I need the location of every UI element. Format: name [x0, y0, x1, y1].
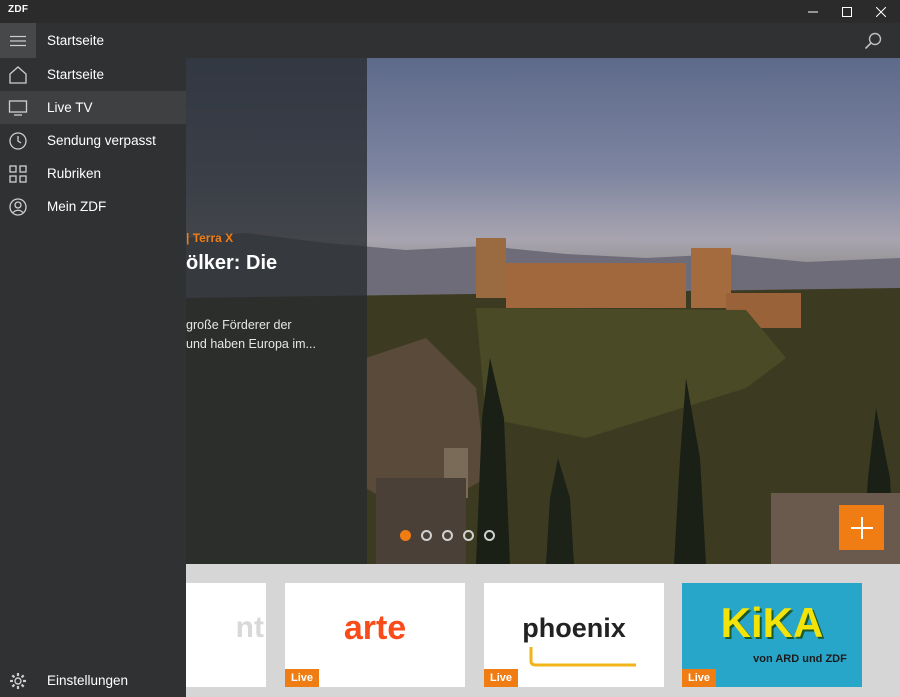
sidebar-item-rubriken[interactable]: Rubriken [0, 157, 186, 190]
hamburger-button[interactable] [0, 23, 36, 58]
arte-logo: arte [343, 609, 407, 647]
sidebar-item-label: Rubriken [47, 166, 102, 181]
carousel-dot[interactable] [463, 530, 474, 541]
hero-teaser-line: und haben Europa im... [186, 337, 316, 351]
hamburger-icon [10, 35, 26, 46]
channel-logo: nt [235, 611, 264, 644]
clock-icon [9, 132, 27, 150]
minimize-icon [808, 11, 818, 12]
carousel-dot-active[interactable] [400, 530, 411, 541]
hero-teaser: große Förderer der und haben Europa im..… [186, 316, 364, 354]
live-tile-arte[interactable]: arte Live [285, 583, 465, 687]
tv-icon [8, 100, 28, 116]
carousel-dot[interactable] [484, 530, 495, 541]
hero-banner[interactable]: | Terra X ölker: Die große Förderer der … [186, 58, 900, 564]
search-icon [864, 32, 882, 50]
sidebar-item-label: Mein ZDF [47, 199, 107, 214]
maximize-button[interactable] [830, 0, 864, 23]
plus-icon [850, 516, 873, 539]
sidebar-item-live-tv[interactable]: Live TV [0, 91, 186, 124]
minimize-button[interactable] [796, 0, 830, 23]
live-tile-partial[interactable]: nt [186, 583, 266, 687]
app-header: Startseite [0, 23, 900, 58]
phoenix-logo: phoenix [522, 613, 626, 643]
close-button[interactable] [864, 0, 898, 23]
add-to-list-button[interactable] [839, 505, 884, 550]
sidebar-item-label: Live TV [47, 100, 93, 115]
sidebar-item-einstellungen[interactable]: Einstellungen [0, 664, 186, 697]
carousel-dot[interactable] [442, 530, 453, 541]
close-icon [876, 6, 886, 17]
sidebar-item-startseite[interactable]: Startseite [0, 58, 186, 91]
live-badge: Live [285, 669, 320, 687]
kika-logo: KiKA [720, 599, 824, 646]
nav-sidebar: Startseite Live TV Sendung verpasst Rubr… [0, 58, 186, 697]
hero-title: ölker: Die [186, 252, 278, 274]
carousel-indicator [400, 530, 495, 541]
sidebar-item-sendung-verpasst[interactable]: Sendung verpasst [0, 124, 186, 157]
app-window: ZDF Startseite | Terra X ölker: Die groß… [0, 0, 900, 697]
live-tv-strip: nt arte Live phoenix Live KiKA von ARD u… [186, 564, 900, 697]
phoenix-swoosh-icon [529, 647, 636, 667]
live-badge: Live [682, 669, 717, 687]
hero-kicker: | Terra X [186, 231, 234, 245]
live-badge: Live [484, 669, 519, 687]
hero-teaser-line: große Förderer der [186, 318, 292, 332]
live-tile-kika[interactable]: KiKA von ARD und ZDF Live [682, 583, 862, 687]
search-button[interactable] [860, 28, 886, 54]
hero-text-panel: | Terra X ölker: Die große Förderer der … [186, 58, 367, 564]
carousel-dot[interactable] [421, 530, 432, 541]
live-tile-phoenix[interactable]: phoenix Live [484, 583, 664, 687]
maximize-icon [842, 6, 852, 17]
home-icon [9, 66, 27, 84]
gear-icon [10, 673, 26, 689]
sidebar-item-label: Startseite [47, 67, 105, 82]
user-circle-icon [9, 198, 27, 216]
app-title: ZDF [8, 4, 29, 15]
title-bar: ZDF [0, 0, 900, 23]
sidebar-item-label: Sendung verpasst [47, 133, 156, 148]
page-title: Startseite [47, 33, 105, 48]
grid-icon [9, 165, 27, 183]
kika-subline: von ARD und ZDF [753, 653, 847, 665]
sidebar-item-label: Einstellungen [47, 673, 129, 688]
sidebar-item-mein-zdf[interactable]: Mein ZDF [0, 190, 186, 223]
